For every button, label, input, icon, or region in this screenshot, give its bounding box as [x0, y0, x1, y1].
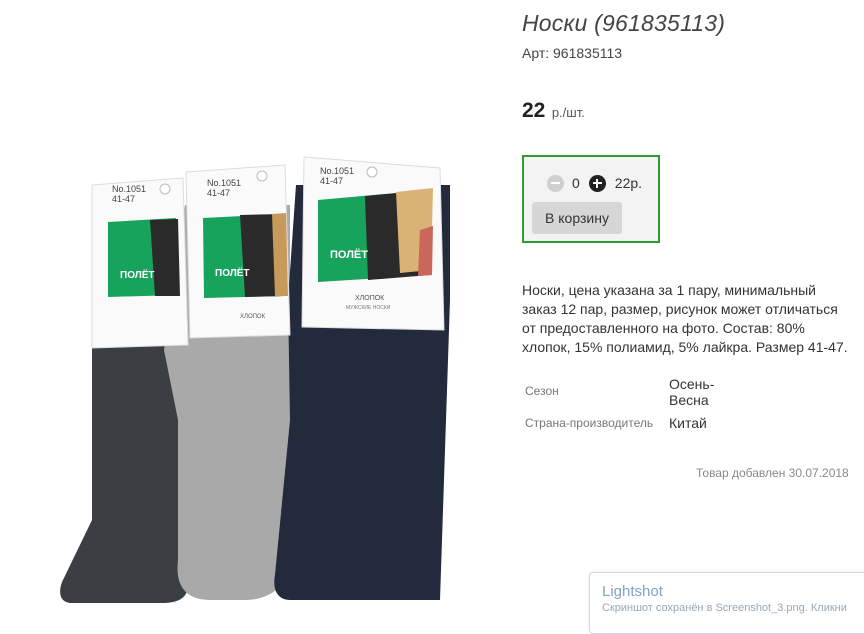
label-material: ХЛОПОК	[240, 314, 266, 320]
quantity-value: 0	[572, 175, 580, 191]
quantity-stepper: 0 22р.	[547, 173, 642, 193]
property-key: Страна-производитель	[525, 416, 654, 430]
added-date: Товар добавлен 30.07.2018	[696, 466, 849, 480]
label-size: 41-47	[207, 188, 230, 198]
label-brand: ПОЛЁТ	[120, 268, 155, 281]
lightshot-notification[interactable]: Lightshot Скриншот сохранён в Screenshot…	[589, 572, 864, 634]
label-brand: ПОЛЁТ	[215, 266, 250, 279]
label-size: 41-47	[320, 176, 343, 186]
product-image[interactable]: No.1051 41-47 ПОЛЁТ No.1051 41-47 ПОЛЁТ …	[0, 0, 500, 613]
product-sku: Арт: 961835113	[522, 45, 623, 61]
sock-label-middle: No.1051 41-47 ПОЛЁТ ХЛОПОК	[185, 164, 291, 339]
plus-icon-vertical	[596, 178, 599, 188]
label-model: No.1051	[320, 166, 354, 176]
description-line: хлопок, 15% полиамид, 5% лайкра. Размер …	[522, 339, 848, 355]
product-description: Носки, цена указана за 1 пару, минимальн…	[522, 281, 857, 357]
property-key: Сезон	[525, 384, 559, 398]
label-brand: ПОЛЁТ	[330, 248, 368, 261]
label-material: ХЛОПОК	[355, 295, 385, 302]
description-line: Носки, цена указана за 1 пару, минимальн…	[522, 282, 816, 298]
property-value: Осень-Весна	[669, 376, 715, 408]
lightshot-message[interactable]: Скриншот сохранён в Screenshot_3.png. Кл…	[602, 602, 847, 614]
product-price: 22 р./шт.	[522, 99, 585, 123]
property-value: Китай	[669, 415, 707, 431]
increase-quantity-button[interactable]	[588, 174, 606, 192]
add-to-cart-button[interactable]: В корзину	[532, 202, 622, 234]
sock-dark-grey	[60, 339, 189, 603]
price-value: 22	[522, 99, 546, 122]
price-unit: р./шт.	[551, 105, 585, 120]
add-to-cart-panel: 0 22р. В корзину	[522, 155, 660, 243]
product-title: Носки (961835113)	[522, 10, 726, 36]
sock-label-right: No.1051 41-47 ПОЛЁТ ХЛОПОК МУЖСКИЕ НОСКИ	[301, 156, 445, 331]
minus-icon	[551, 182, 560, 184]
lightshot-title: Lightshot	[602, 583, 663, 600]
description-line: от предоставленного на фото. Состав: 80%	[522, 320, 805, 336]
sock-label-left: No.1051 41-47 ПОЛЁТ	[91, 177, 189, 349]
cart-total: 22р.	[614, 175, 643, 191]
socks-photo: No.1051 41-47 ПОЛЁТ No.1051 41-47 ПОЛЁТ …	[60, 156, 450, 603]
decrease-quantity-button[interactable]	[547, 174, 564, 192]
label-model: No.1051	[112, 184, 146, 194]
label-model: No.1051	[207, 178, 241, 188]
description-line: заказ 12 пар, размер, рисунок может отли…	[522, 301, 838, 317]
label-sub: МУЖСКИЕ НОСКИ	[346, 305, 391, 311]
label-size: 41-47	[112, 194, 135, 204]
